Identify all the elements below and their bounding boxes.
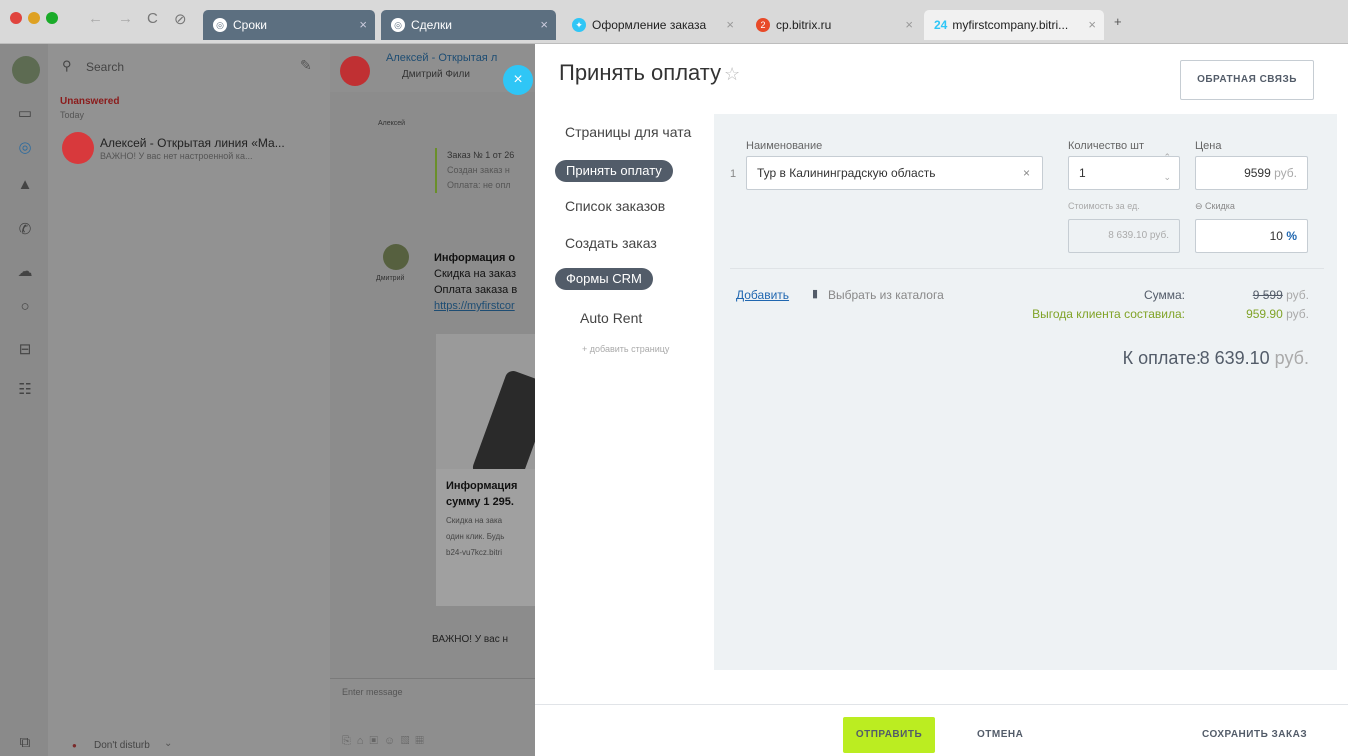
close-tab-icon[interactable]: ×	[726, 17, 734, 32]
status-dot: ●	[72, 741, 77, 750]
openline-avatar	[340, 56, 370, 86]
stepper-down-icon[interactable]: ⌄	[1163, 171, 1171, 183]
compose-icon[interactable]: ✎	[300, 57, 312, 74]
tab-myfirstcompany[interactable]: 24 myfirstcompany.bitri... ×	[924, 10, 1104, 40]
chat-pane: Алексей - Открытая л Дмитрий Фили × Алек…	[330, 44, 535, 756]
reload-icon[interactable]: C	[147, 10, 158, 27]
input-toolbar-icons[interactable]: ⎘⌂▣☺▧▦	[342, 735, 430, 748]
forward-icon[interactable]: →	[118, 10, 133, 27]
bitrix-icon: ◎	[391, 18, 405, 32]
important-message: ВАЖНО! У вас н	[432, 634, 508, 645]
cloud-icon[interactable]: ☁	[16, 262, 34, 280]
avatar[interactable]	[12, 56, 40, 84]
accept-payment-panel: Принять оплату ☆ ОБРАТНАЯ СВЯЗЬ Страницы…	[535, 44, 1348, 756]
phone-icon[interactable]: ✆	[16, 220, 34, 238]
clear-icon[interactable]: ×	[1023, 157, 1030, 189]
info-message: Информация о Скидка на заказ Оплата зака…	[434, 250, 535, 314]
order-form: Наименование Количество шт Цена 1 Тур в …	[714, 114, 1337, 670]
layout-icon[interactable]: ⧉	[16, 734, 34, 752]
info-link[interactable]: https://myfirstcor	[434, 298, 535, 314]
list-item[interactable]: Алексей - Открытая линия «Ма... ВАЖНО! У…	[48, 128, 330, 172]
save-order-button[interactable]: СОХРАНИТЬ ЗАКАЗ	[1202, 729, 1307, 740]
bitrix24-icon: 24	[934, 18, 948, 32]
maximize-window-button[interactable]	[46, 12, 58, 24]
divider	[730, 268, 1324, 269]
search-input[interactable]: Search	[86, 60, 124, 74]
cancel-button[interactable]: ОТМЕНА	[977, 729, 1023, 740]
new-tab-button[interactable]: +	[1114, 14, 1122, 29]
benefit-value: 959.90 руб.	[1246, 307, 1309, 321]
close-tab-icon[interactable]: ×	[905, 17, 913, 32]
bell-icon[interactable]: ▲	[16, 176, 34, 194]
tab-sroki[interactable]: ◎ Сроки ×	[203, 10, 375, 40]
search-icon: ⚲	[62, 58, 72, 73]
nav-chat-pages[interactable]: Страницы для чата	[565, 124, 691, 140]
tab-order-form[interactable]: ✦ Оформление заказа ×	[562, 10, 742, 40]
back-icon[interactable]: ←	[88, 10, 103, 27]
tab-cp-bitrix[interactable]: 2 cp.bitrix.ru ×	[746, 10, 921, 40]
discount-input[interactable]: 10 %	[1195, 219, 1308, 253]
openline-avatar	[62, 132, 94, 164]
browser-tabbar: ← → C ⊘ ◎ Сроки × ◎ Сделки × ✦ Оформлени…	[0, 0, 1348, 44]
section-title: Unanswered	[60, 96, 120, 107]
date-label: Today	[60, 110, 85, 120]
add-page-link[interactable]: + добавить страницу	[582, 344, 669, 354]
panel-footer: ОТПРАВИТЬ ОТМЕНА СОХРАНИТЬ ЗАКАЗ	[535, 704, 1348, 756]
close-slider-button[interactable]: ×	[503, 65, 533, 95]
catalog-link[interactable]: Выбрать из каталога	[828, 288, 944, 302]
list-icon[interactable]: ☷	[16, 380, 34, 398]
notifications-icon[interactable]: ⊟	[16, 340, 34, 358]
star-icon[interactable]: ☆	[724, 64, 740, 85]
chat-icon[interactable]: ▭	[16, 104, 34, 122]
close-tab-icon[interactable]: ×	[359, 17, 367, 32]
site-icon: ✦	[572, 18, 586, 32]
close-tab-icon[interactable]: ×	[540, 17, 548, 32]
left-icon-rail: ▭ ◎ ▲ ✆ ☁ ○ ⊟ ☷ ⧉	[0, 44, 48, 756]
nav-auto-rent[interactable]: Auto Rent	[580, 310, 642, 326]
price-input[interactable]: 9599 руб.	[1195, 156, 1308, 190]
stepper-up-icon[interactable]: ⌃	[1163, 151, 1171, 163]
bitrix-icon: ◎	[213, 18, 227, 32]
bitrix-red-icon: 2	[756, 18, 770, 32]
close-tab-icon[interactable]: ×	[1088, 17, 1096, 32]
discount-label: ⊖ Скидка	[1195, 201, 1235, 211]
preview-card[interactable]: Информация сумму 1 295. Скидка на зака о…	[436, 334, 535, 606]
nav-create-order[interactable]: Создать заказ	[565, 235, 657, 251]
quantity-stepper[interactable]: 1 ⌃ ⌄	[1068, 152, 1180, 190]
discount-type-toggle[interactable]: %	[1286, 229, 1297, 243]
close-window-button[interactable]	[10, 12, 22, 24]
nav-order-list[interactable]: Список заказов	[565, 198, 665, 214]
openlines-icon[interactable]: ◎	[16, 138, 34, 156]
unit-cost-field: 8 639.10 руб.	[1068, 219, 1180, 253]
book-icon: ▮	[812, 288, 819, 300]
avatar	[383, 244, 409, 270]
panel-nav: Страницы для чата Принять оплату Список …	[535, 44, 710, 704]
send-button[interactable]: ОТПРАВИТЬ	[843, 717, 935, 753]
chevron-down-icon[interactable]: ⌄	[164, 738, 172, 749]
total-value: 8 639.10 руб.	[1199, 348, 1309, 368]
add-product-link[interactable]: Добавить	[736, 288, 789, 302]
feedback-button[interactable]: ОБРАТНАЯ СВЯЗЬ	[1180, 60, 1314, 100]
product-name-input[interactable]: Тур в Калининградскую область ×	[746, 156, 1043, 190]
status-dropdown[interactable]: Don't disturb	[94, 740, 150, 751]
preview-image	[436, 334, 535, 469]
settings-icon[interactable]: ○	[16, 298, 34, 316]
row-number: 1	[730, 168, 737, 180]
minimize-window-button[interactable]	[28, 12, 40, 24]
order-message: Заказ № 1 от 26 Создан заказ н Оплата: н…	[435, 148, 535, 193]
sum-value: 9 599 руб.	[1252, 288, 1309, 302]
tab-sdelki[interactable]: ◎ Сделки ×	[381, 10, 556, 40]
nav-accept-payment[interactable]: Принять оплату	[555, 160, 673, 182]
chat-list: ⚲ Search ✎ Unanswered Today Алексей - От…	[48, 44, 330, 756]
message-input[interactable]: Enter message ⎘⌂▣☺▧▦	[330, 678, 535, 756]
link-icon[interactable]: ⊘	[174, 10, 187, 28]
nav-crm-forms[interactable]: Формы CRM	[555, 268, 653, 290]
